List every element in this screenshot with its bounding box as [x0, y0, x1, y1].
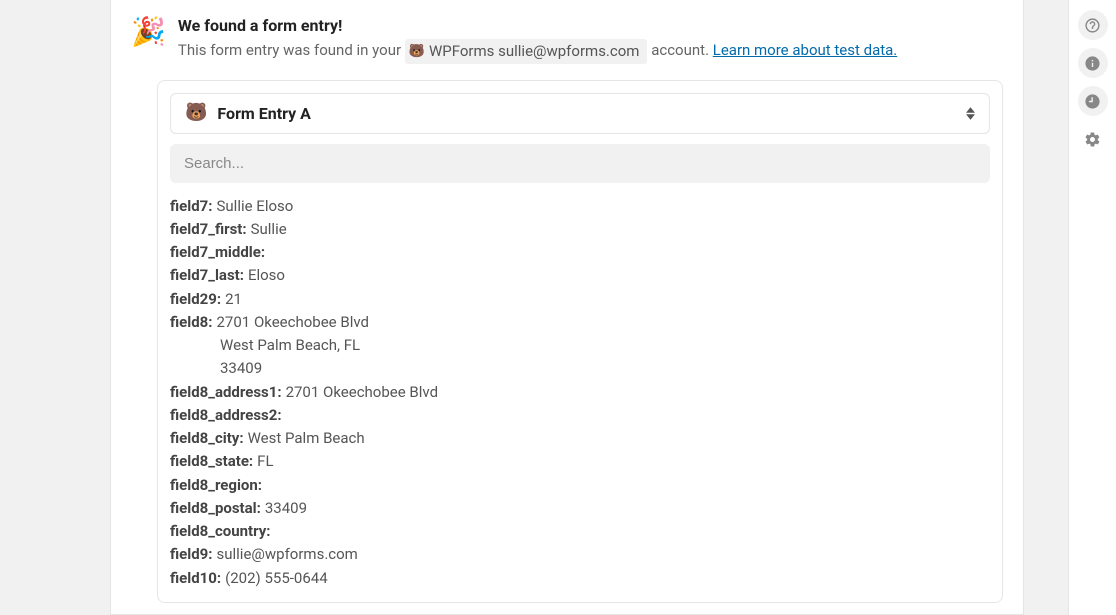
field-value-line: 33409 — [170, 357, 990, 380]
field-row: field8_city:West Palm Beach — [170, 427, 990, 450]
main-container: 🎉 We found a form entry! This form entry… — [110, 0, 1024, 615]
field-value: West Palm Beach — [248, 427, 365, 450]
wpforms-icon: 🐻 — [409, 45, 425, 58]
gear-icon[interactable] — [1078, 124, 1108, 154]
account-label: WPForms sullie@wpforms.com — [429, 40, 640, 63]
field-value: 21 — [225, 288, 242, 311]
fields-list: field7:Sullie Elosofield7_first:Sulliefi… — [170, 195, 990, 590]
account-tag[interactable]: 🐻 WPForms sullie@wpforms.com — [405, 39, 648, 64]
field-row: field29:21 — [170, 288, 990, 311]
field-row: field7_first:Sullie — [170, 218, 990, 241]
field-key: field8_address1: — [170, 381, 282, 404]
field-key: field8_address2: — [170, 404, 282, 427]
field-value: Sullie — [251, 218, 287, 241]
field-key: field7: — [170, 195, 213, 218]
header-title: We found a form entry! — [178, 16, 1003, 35]
header-subtitle: This form entry was found in your 🐻 WPFo… — [178, 39, 1003, 64]
subtitle-suffix: account. — [651, 41, 713, 59]
field-value: FL — [257, 450, 273, 473]
field-row: field7_middle: — [170, 241, 990, 264]
learn-more-link[interactable]: Learn more about test data. — [713, 41, 898, 59]
field-row: field8_state:FL — [170, 450, 990, 473]
field-value: Sullie Eloso — [217, 195, 294, 218]
field-value-line: West Palm Beach, FL — [170, 334, 990, 357]
field-row: field8_region: — [170, 474, 990, 497]
field-key: field8_state: — [170, 450, 253, 473]
entry-selector-label: Form Entry A — [217, 104, 311, 123]
field-key: field8_region: — [170, 474, 262, 497]
info-icon[interactable] — [1078, 48, 1108, 78]
field-value: (202) 555-0644 — [225, 567, 328, 590]
field-row: field8_address2: — [170, 404, 990, 427]
right-sidebar — [1068, 0, 1116, 615]
bear-icon: 🐻 — [185, 104, 207, 122]
header-text: We found a form entry! This form entry w… — [178, 16, 1003, 64]
field-key: field10: — [170, 567, 221, 590]
field-value: sullie@wpforms.com — [217, 543, 358, 566]
field-row: field8_address1:2701 Okeechobee Blvd — [170, 381, 990, 404]
field-row: field7_last:Eloso — [170, 264, 990, 287]
field-row: field9:sullie@wpforms.com — [170, 543, 990, 566]
field-key: field29: — [170, 288, 221, 311]
clock-icon[interactable] — [1078, 86, 1108, 116]
subtitle-prefix: This form entry was found in your — [178, 41, 405, 59]
field-key: field8_postal: — [170, 497, 261, 520]
field-key: field8_country: — [170, 520, 271, 543]
field-value: 2701 Okeechobee Blvd — [217, 311, 369, 334]
field-row: field7:Sullie Eloso — [170, 195, 990, 218]
field-row: field10:(202) 555-0644 — [170, 567, 990, 590]
help-icon[interactable] — [1078, 10, 1108, 40]
sort-updown-icon — [966, 107, 975, 120]
field-key: field7_first: — [170, 218, 247, 241]
field-value: Eloso — [248, 264, 285, 287]
field-key: field7_last: — [170, 264, 244, 287]
field-key: field8: — [170, 311, 213, 334]
field-value: 2701 Okeechobee Blvd — [286, 381, 438, 404]
field-key: field8_city: — [170, 427, 244, 450]
search-input[interactable] — [170, 144, 990, 183]
field-row: field8_postal:33409 — [170, 497, 990, 520]
party-popper-icon: 🎉 — [131, 18, 166, 46]
field-row: field8_country: — [170, 520, 990, 543]
entry-selector[interactable]: 🐻 Form Entry A — [170, 93, 990, 134]
header-row: 🎉 We found a form entry! This form entry… — [131, 16, 1003, 64]
field-key: field7_middle: — [170, 241, 265, 264]
field-row: field8:2701 Okeechobee Blvd — [170, 311, 990, 334]
field-value: 33409 — [265, 497, 307, 520]
entry-panel: 🐻 Form Entry A field7:Sullie Elosofield7… — [157, 80, 1003, 603]
field-key: field9: — [170, 543, 213, 566]
